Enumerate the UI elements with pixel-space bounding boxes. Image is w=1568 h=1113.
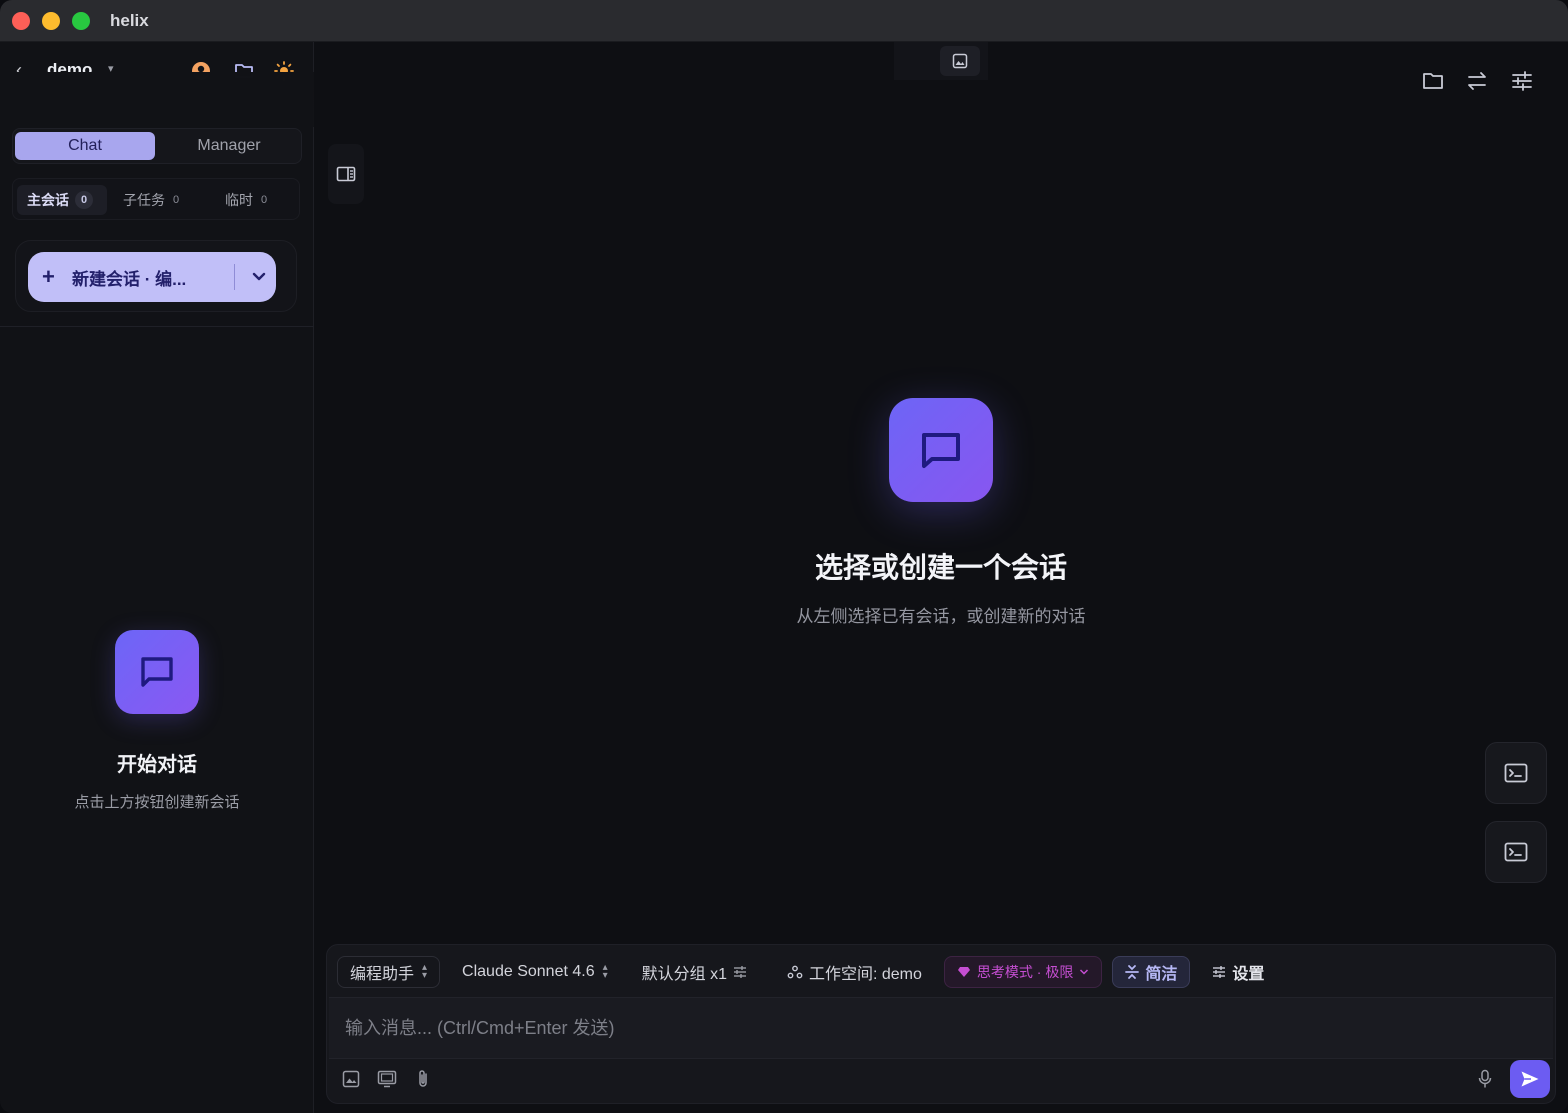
main-empty-state: 选择或创建一个会话 从左侧选择已有会话，或创建新的对话: [314, 398, 1568, 627]
sidebar-header: ‹ demo ▾: [0, 42, 314, 98]
main-panel: 选择或创建一个会话 从左侧选择已有会话，或创建新的对话 编程助手 ▴ ▾ Clau…: [314, 42, 1568, 1113]
concise-label: 简洁: [1145, 966, 1178, 983]
sun-icon[interactable]: [273, 60, 295, 82]
settings-label: 设置: [1232, 966, 1265, 983]
mode-toggle: Chat Manager: [12, 128, 302, 164]
new-session-button[interactable]: + 新建会话 · 编...: [28, 252, 276, 302]
send-button[interactable]: [1510, 1060, 1550, 1098]
new-session-container: + 新建会话 · 编...: [15, 240, 297, 312]
screen-icon[interactable]: [375, 1067, 399, 1091]
thinking-label: 思考模式 · 极限: [976, 964, 1074, 980]
chevron-down-icon[interactable]: ▾: [108, 62, 114, 75]
minimize-window-button[interactable]: [42, 12, 60, 30]
window-title: helix: [110, 11, 149, 30]
maximize-window-button[interactable]: [72, 12, 90, 30]
app-window: helix ‹ demo ▾ Chat Manager 主会话 0 子任务 0 …: [0, 0, 1568, 1113]
empty-description: 从左侧选择已有会话，或创建新的对话: [796, 607, 1086, 626]
group-select[interactable]: 默认分组 x1: [630, 956, 765, 988]
close-window-button[interactable]: [12, 12, 30, 30]
send-icon: [1521, 1071, 1539, 1087]
subtab-count: 0: [173, 194, 180, 206]
chat-bubble-icon: [115, 630, 199, 714]
model-label: Claude Sonnet 4.6: [462, 963, 595, 980]
sidebar-panel-icon[interactable]: [328, 144, 364, 204]
sidebar-divider: [0, 326, 314, 327]
divider: [234, 264, 235, 290]
gem-icon: [957, 966, 971, 978]
project-name[interactable]: demo: [47, 60, 92, 80]
empty-title: 开始对话: [117, 754, 197, 776]
tab-manager[interactable]: Manager: [159, 132, 299, 160]
chevron-down-icon[interactable]: [249, 267, 269, 287]
empty-title: 选择或创建一个会话: [814, 552, 1067, 583]
sidebar: ‹ demo ▾ Chat Manager 主会话 0 子任务 0 临时 0 +…: [0, 42, 380, 1113]
tab-chat[interactable]: Chat: [15, 132, 155, 160]
subtab-subtasks[interactable]: 子任务 0: [123, 185, 179, 215]
paperclip-icon[interactable]: [411, 1067, 435, 1091]
back-arrow-icon[interactable]: ‹: [16, 60, 30, 80]
sliders-icon: [1212, 965, 1226, 979]
swap-icon[interactable]: [1464, 68, 1490, 94]
workspace-label: 工作空间: demo: [808, 966, 922, 983]
thinking-mode-select[interactable]: 思考模式 · 极限: [943, 956, 1103, 988]
message-input[interactable]: [329, 998, 1553, 1058]
people-icon: [787, 965, 803, 979]
title-bar: helix: [0, 0, 1568, 42]
updown-icon: ▴ ▾: [422, 962, 428, 981]
new-session-label: 新建会话 · 编...: [72, 269, 187, 289]
subtab-temporary[interactable]: 临时 0: [225, 185, 267, 215]
image-icon[interactable]: [339, 1067, 363, 1091]
subtab-label: 临时: [225, 192, 253, 208]
chevron-down-icon: [1079, 968, 1089, 976]
compress-icon: [1125, 964, 1140, 980]
plus-icon: +: [42, 264, 55, 289]
terminal-icon[interactable]: [1485, 742, 1547, 804]
user-icon[interactable]: [190, 60, 212, 82]
subtab-main-session[interactable]: 主会话 0: [17, 185, 107, 215]
message-input-area: [329, 997, 1553, 1059]
subtab-label: 主会话: [27, 192, 69, 208]
updown-icon: ▴ ▾: [602, 962, 608, 981]
image-icon[interactable]: [940, 46, 980, 76]
chat-bubble-icon: [889, 398, 993, 502]
subtab-count: 0: [261, 194, 268, 206]
subtab-count: 0: [75, 191, 93, 209]
folder-icon[interactable]: [1420, 68, 1446, 94]
sidebar-empty-state: 开始对话 点击上方按钮创建新会话: [0, 630, 314, 812]
folder-icon[interactable]: [233, 60, 255, 82]
model-select[interactable]: Claude Sonnet 4.6 ▴ ▾: [450, 956, 620, 988]
sliders-icon: [733, 965, 747, 979]
settings-button[interactable]: 设置: [1200, 956, 1276, 988]
mic-icon[interactable]: [1473, 1067, 1497, 1091]
sliders-icon[interactable]: [1509, 68, 1535, 94]
session-subtabs: 主会话 0 子任务 0 临时 0: [12, 178, 300, 220]
subtab-label: 子任务: [123, 192, 165, 208]
assistant-label: 编程助手: [350, 966, 415, 983]
concise-toggle[interactable]: 简洁: [1112, 956, 1191, 988]
terminal-icon[interactable]: [1485, 821, 1547, 883]
workspace-select[interactable]: 工作空间: demo: [775, 956, 934, 988]
group-label: 默认分组 x1: [641, 966, 727, 983]
composer-toolbar: 编程助手 ▴ ▾ Claude Sonnet 4.6 ▴ ▾ 默认分组 x1 工…: [337, 955, 1286, 989]
empty-description: 点击上方按钮创建新会话: [74, 794, 240, 811]
message-composer: 编程助手 ▴ ▾ Claude Sonnet 4.6 ▴ ▾ 默认分组 x1 工…: [326, 944, 1556, 1104]
assistant-select[interactable]: 编程助手 ▴ ▾: [337, 956, 441, 988]
